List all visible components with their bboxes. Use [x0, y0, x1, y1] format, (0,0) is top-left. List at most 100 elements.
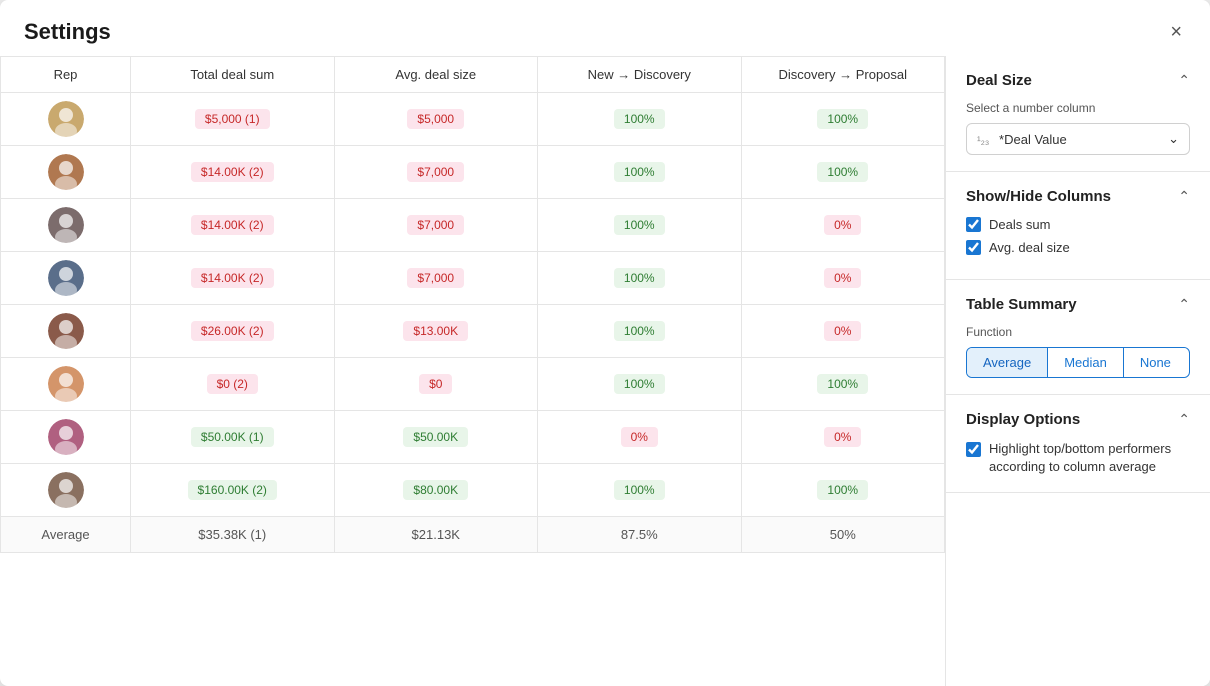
avg-deal-badge: $13.00K [403, 321, 468, 341]
total-deal-cell: $14.00K (2) [131, 146, 335, 199]
new-discovery-badge: 0% [621, 427, 658, 447]
discovery-proposal-cell: 100% [741, 358, 945, 411]
avatar-cell [1, 305, 131, 358]
footer-disc-prop: 50% [741, 517, 945, 553]
avg-deal-cell: $0 [334, 358, 538, 411]
show-hide-header: Show/Hide Columns ⌃ [966, 188, 1190, 205]
discovery-proposal-badge: 0% [824, 321, 861, 341]
median-button[interactable]: Median [1048, 348, 1124, 377]
total-deal-cell: $160.00K (2) [131, 464, 335, 517]
table-summary-title: Table Summary [966, 296, 1077, 313]
avatar-cell [1, 411, 131, 464]
data-table: Rep Total deal sum Avg. deal size New → … [0, 56, 945, 553]
discovery-proposal-cell: 100% [741, 146, 945, 199]
footer-label: Average [1, 517, 131, 553]
avatar [48, 207, 84, 243]
none-button[interactable]: None [1124, 348, 1187, 377]
deals-sum-label: Deals sum [989, 217, 1050, 232]
avg-deal-cell: $13.00K [334, 305, 538, 358]
close-button[interactable]: × [1166, 18, 1186, 46]
dropdown-chevron-icon: ⌄ [1168, 131, 1179, 147]
new-discovery-badge: 100% [614, 480, 665, 500]
avatar-cell [1, 358, 131, 411]
footer-avg-deal: $21.13K [334, 517, 538, 553]
discovery-proposal-cell: 100% [741, 93, 945, 146]
avg-deal-cell: $80.00K [334, 464, 538, 517]
avg-deal-badge: $5,000 [407, 109, 464, 129]
average-button[interactable]: Average [967, 348, 1048, 377]
avatar-cell [1, 146, 131, 199]
avatar [48, 419, 84, 455]
avg-deal-cell: $7,000 [334, 146, 538, 199]
discovery-proposal-cell: 0% [741, 411, 945, 464]
table-row: $14.00K (2) $7,000 100% 100% [1, 146, 945, 199]
highlight-row: Highlight top/bottom performers accordin… [966, 440, 1190, 476]
deal-value-text: *Deal Value [999, 132, 1067, 147]
table-summary-section: Table Summary ⌃ Function Average Median … [946, 280, 1210, 395]
table-row: $50.00K (1) $50.00K 0% 0% [1, 411, 945, 464]
deal-size-title: Deal Size [966, 72, 1032, 89]
deal-size-select-label: Select a number column [966, 101, 1190, 115]
col-rep: Rep [1, 57, 131, 93]
avatar-cell [1, 252, 131, 305]
new-discovery-cell: 100% [538, 252, 742, 305]
new-discovery-badge: 100% [614, 109, 665, 129]
new-discovery-badge: 100% [614, 162, 665, 182]
new-discovery-cell: 0% [538, 411, 742, 464]
discovery-proposal-cell: 0% [741, 199, 945, 252]
total-deal-badge: $26.00K (2) [191, 321, 274, 341]
deal-size-section: Deal Size ⌃ Select a number column ¹₂₃ *… [946, 56, 1210, 172]
avg-deal-badge: $7,000 [407, 268, 464, 288]
function-label: Function [966, 325, 1190, 339]
avatar [48, 154, 84, 190]
avatar [48, 313, 84, 349]
total-deal-badge: $160.00K (2) [188, 480, 277, 500]
discovery-proposal-badge: 0% [824, 215, 861, 235]
highlight-label: Highlight top/bottom performers accordin… [989, 440, 1190, 476]
new-discovery-cell: 100% [538, 199, 742, 252]
discovery-proposal-badge: 0% [824, 268, 861, 288]
avg-deal-checkbox[interactable] [966, 240, 981, 255]
discovery-proposal-cell: 100% [741, 464, 945, 517]
new-discovery-badge: 100% [614, 268, 665, 288]
avatar [48, 260, 84, 296]
col-avg-deal: Avg. deal size [334, 57, 538, 93]
total-deal-cell: $14.00K (2) [131, 252, 335, 305]
avg-deal-checkbox-row: Avg. deal size [966, 240, 1190, 255]
deal-value-dropdown[interactable]: ¹₂₃ *Deal Value ⌄ [966, 123, 1190, 155]
total-deal-badge: $14.00K (2) [191, 268, 274, 288]
settings-modal: Settings × Rep Total deal sum Avg. deal … [0, 0, 1210, 686]
show-hide-chevron-icon: ⌃ [1178, 188, 1190, 205]
new-discovery-badge: 100% [614, 374, 665, 394]
avg-deal-badge: $50.00K [403, 427, 468, 447]
deal-size-chevron-icon: ⌃ [1178, 72, 1190, 89]
function-btn-group: Average Median None [966, 347, 1190, 378]
table-row: $5,000 (1) $5,000 100% 100% [1, 93, 945, 146]
table-area: Rep Total deal sum Avg. deal size New → … [0, 56, 945, 686]
show-hide-section: Show/Hide Columns ⌃ Deals sum Avg. deal … [946, 172, 1210, 280]
total-deal-cell: $5,000 (1) [131, 93, 335, 146]
avg-deal-cell: $7,000 [334, 199, 538, 252]
total-deal-badge: $50.00K (1) [191, 427, 274, 447]
table-summary-chevron-icon: ⌃ [1178, 296, 1190, 313]
total-deal-cell: $0 (2) [131, 358, 335, 411]
avatar-cell [1, 464, 131, 517]
avg-deal-badge: $7,000 [407, 215, 464, 235]
modal-header: Settings × [0, 0, 1210, 56]
avg-deal-cell: $7,000 [334, 252, 538, 305]
discovery-proposal-badge: 0% [824, 427, 861, 447]
highlight-checkbox[interactable] [966, 442, 981, 457]
table-row: $14.00K (2)$7,000100%0% [1, 199, 945, 252]
avatar [48, 101, 84, 137]
deal-size-header: Deal Size ⌃ [966, 72, 1190, 89]
display-options-section: Display Options ⌃ Highlight top/bottom p… [946, 395, 1210, 493]
deals-sum-checkbox[interactable] [966, 217, 981, 232]
avatar-cell [1, 93, 131, 146]
discovery-proposal-badge: 100% [817, 480, 868, 500]
display-options-header: Display Options ⌃ [966, 411, 1190, 428]
new-discovery-badge: 100% [614, 215, 665, 235]
avg-deal-badge: $7,000 [407, 162, 464, 182]
table-footer-row: Average $35.38K (1) $21.13K 87.5% 50% [1, 517, 945, 553]
total-deal-badge: $0 (2) [207, 374, 258, 394]
discovery-proposal-badge: 100% [817, 109, 868, 129]
